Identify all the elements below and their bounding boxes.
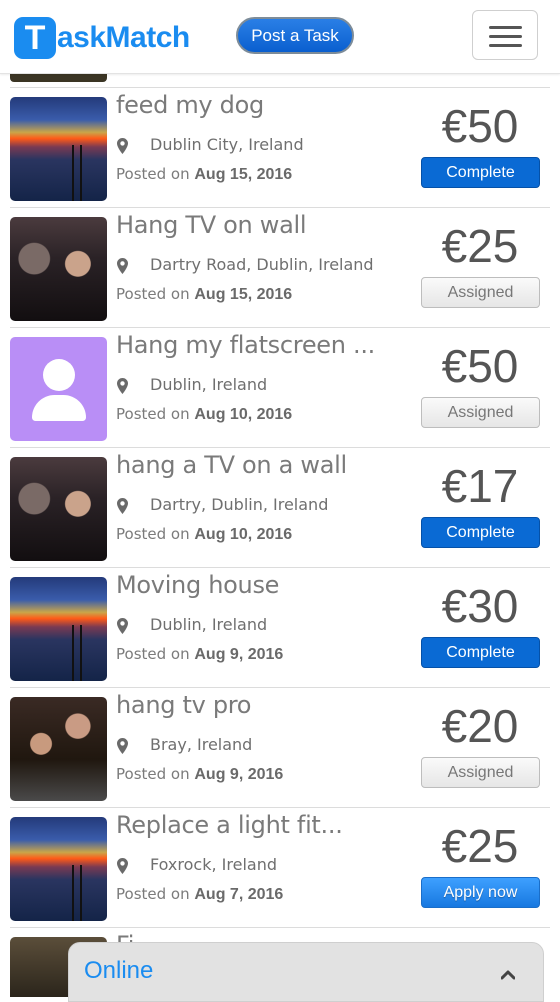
map-pin-icon: [117, 738, 128, 754]
status-button[interactable]: Complete: [421, 637, 540, 668]
map-pin-icon: [117, 138, 128, 154]
task-price: €50: [441, 340, 519, 392]
task-location: Dublin City, Ireland: [150, 135, 304, 154]
chevron-up-icon[interactable]: [501, 968, 515, 982]
online-chat-bar[interactable]: Online: [68, 942, 544, 1002]
task-list: feed my dog Dublin City, Ireland Posted on…: [0, 87, 560, 927]
task-price: €50: [441, 100, 519, 152]
task-thumbnail: [10, 457, 107, 561]
task-thumbnail: [10, 217, 107, 321]
list-item[interactable]: Replace a light fit... Foxrock, Ireland Po…: [0, 807, 560, 927]
task-posted-date: Posted on Aug 7, 2016: [116, 885, 284, 903]
status-button[interactable]: Apply now: [421, 877, 540, 908]
status-button[interactable]: Assigned: [421, 397, 540, 428]
logo-mark: T: [14, 17, 56, 59]
task-posted-date: Posted on Aug 10, 2016: [116, 405, 293, 423]
task-title[interactable]: hang tv pro: [116, 691, 416, 719]
task-price: €20: [441, 700, 519, 752]
task-thumbnail: [10, 817, 107, 921]
task-posted-date: Posted on Aug 9, 2016: [116, 645, 284, 663]
list-item[interactable]: hang tv pro Bray, Ireland Posted on Aug 9,…: [0, 687, 560, 807]
logo-text: askMatch: [57, 21, 190, 54]
list-item[interactable]: Hang TV on wall Dartry Road, Dublin, Irel…: [0, 207, 560, 327]
status-button[interactable]: Complete: [421, 517, 540, 548]
list-item[interactable]: Moving house Dublin, Ireland Posted on Aug…: [0, 567, 560, 687]
logo[interactable]: T askMatch: [14, 16, 190, 60]
map-pin-icon: [117, 498, 128, 514]
map-pin-icon: [117, 258, 128, 274]
task-thumbnail: [10, 337, 107, 441]
task-posted-date: Posted on Aug 15, 2016: [116, 165, 293, 183]
task-location: Dublin, Ireland: [150, 615, 268, 634]
task-posted-date: Posted on Aug 10, 2016: [116, 525, 293, 543]
task-posted-date: Posted on Aug 9, 2016: [116, 765, 284, 783]
task-thumbnail: [10, 97, 107, 201]
map-pin-icon: [117, 858, 128, 874]
post-task-button[interactable]: Post a Task: [236, 17, 354, 54]
online-label: Online: [84, 957, 154, 984]
task-price: €25: [441, 220, 519, 272]
task-title[interactable]: Moving house: [116, 571, 416, 599]
list-item[interactable]: feed my dog Dublin City, Ireland Posted on…: [0, 87, 560, 207]
task-price: €17: [441, 460, 519, 512]
task-price: €25: [441, 820, 519, 872]
map-pin-icon: [117, 618, 128, 634]
list-item[interactable]: hang a TV on a wall Dartry, Dublin, Irela…: [0, 447, 560, 567]
task-location: Foxrock, Ireland: [150, 855, 277, 874]
task-location: Dartry, Dublin, Ireland: [150, 495, 329, 514]
app-header: T askMatch Post a Task: [0, 0, 560, 74]
hamburger-menu-icon[interactable]: [472, 10, 538, 60]
task-posted-date: Posted on Aug 15, 2016: [116, 285, 293, 303]
task-title[interactable]: hang a TV on a wall: [116, 451, 416, 479]
task-title[interactable]: Hang my flatscreen ...: [116, 331, 416, 359]
task-location: Bray, Ireland: [150, 735, 253, 754]
status-button[interactable]: Assigned: [421, 757, 540, 788]
task-location: Dartry Road, Dublin, Ireland: [150, 255, 374, 274]
map-pin-icon: [117, 378, 128, 394]
task-title[interactable]: Hang TV on wall: [116, 211, 416, 239]
status-button[interactable]: Assigned: [421, 277, 540, 308]
task-price: €30: [441, 580, 519, 632]
task-thumbnail: [10, 577, 107, 681]
status-button[interactable]: Complete: [421, 157, 540, 188]
task-title[interactable]: Replace a light fit...: [116, 811, 416, 839]
task-title[interactable]: feed my dog: [116, 91, 416, 119]
list-item[interactable]: Hang my flatscreen ... Dublin, Ireland Pos…: [0, 327, 560, 447]
task-location: Dublin, Ireland: [150, 375, 268, 394]
task-thumbnail: [10, 697, 107, 801]
